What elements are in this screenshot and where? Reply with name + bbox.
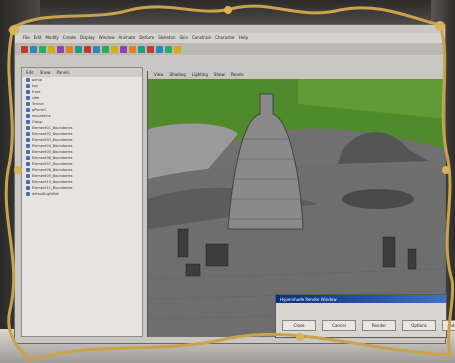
render-dialog: Hypershade Render Window Close Cancel Rend…	[275, 294, 455, 338]
outliner-row-label: Element07_Boundaries	[32, 162, 73, 166]
rotate-icon[interactable]	[30, 45, 37, 53]
select-icon[interactable]	[48, 45, 55, 53]
outliner-menu-panels[interactable]: Panels	[57, 68, 70, 77]
outliner-row-label: Element01_Boundaries	[32, 126, 73, 130]
outliner-row-label: Group	[32, 120, 43, 124]
outliner-row-label: mountains	[32, 114, 51, 118]
outliner-row-label: pPlane1	[32, 108, 47, 112]
node-icon	[26, 96, 30, 100]
cancel-button[interactable]: Cancel	[322, 320, 356, 331]
outliner-menu-show[interactable]: Show	[40, 68, 51, 77]
outliner-row-label: Element06_Boundaries	[32, 156, 73, 160]
outliner-row-label: Element10_Boundaries	[32, 180, 73, 184]
node-icon	[26, 192, 30, 196]
menu-help[interactable]: Help	[239, 33, 248, 43]
menu-file[interactable]: File	[23, 33, 30, 43]
node-icon	[26, 186, 30, 190]
snap-point-icon[interactable]	[84, 45, 91, 53]
channel-box-icon[interactable]	[147, 45, 154, 53]
outliner-menu-edit[interactable]: Edit	[26, 68, 34, 77]
dialog-button-row: Close Cancel Render Options Advanced	[282, 320, 455, 331]
dialog-title: Hypershade Render Window	[280, 296, 337, 302]
menu-edit[interactable]: Edit	[34, 33, 42, 43]
shelf-toolbar	[15, 43, 445, 55]
menu-skin[interactable]: Skin	[179, 33, 188, 43]
attribute-editor-icon[interactable]	[174, 45, 181, 53]
lasso-icon[interactable]	[57, 45, 64, 53]
graph-editor-icon[interactable]	[138, 45, 145, 53]
menu-create[interactable]: Create	[63, 33, 76, 43]
menu-animate[interactable]: Animate	[119, 33, 136, 43]
close-button[interactable]: Close	[282, 320, 316, 331]
outliner-row-label: top	[32, 84, 38, 88]
node-icon	[26, 144, 30, 148]
snap-grid-icon[interactable]	[66, 45, 73, 53]
outliner-icon[interactable]	[129, 45, 136, 53]
outliner-row-label: Element03_Boundaries	[32, 138, 73, 142]
node-icon	[26, 156, 30, 160]
move-icon[interactable]	[21, 45, 28, 53]
viewport-menu-panels[interactable]: Panels	[231, 71, 244, 79]
menu-window[interactable]: Window	[99, 33, 115, 43]
node-icon	[26, 132, 30, 136]
node-icon	[26, 126, 30, 130]
node-icon	[26, 168, 30, 172]
outliner-row-label: Element05_Boundaries	[32, 150, 73, 154]
outliner-menu: Edit Show Panels	[22, 68, 142, 77]
outliner-row-label: Element02_Boundaries	[32, 132, 73, 136]
outliner-panel: Edit Show Panels persp top front side Terrain p…	[21, 67, 143, 337]
menu-character[interactable]: Character	[215, 33, 235, 43]
menu-modify[interactable]: Modify	[45, 33, 58, 43]
node-icon	[26, 108, 30, 112]
node-icon	[26, 78, 30, 82]
scale-icon[interactable]	[39, 45, 46, 53]
node-icon	[26, 114, 30, 118]
options-button[interactable]: Options	[402, 320, 436, 331]
viewport-menu-lighting[interactable]: Lighting	[192, 71, 208, 79]
node-icon	[26, 174, 30, 178]
tool-settings-icon[interactable]	[165, 45, 172, 53]
hypershade-icon[interactable]	[120, 45, 127, 53]
node-icon	[26, 102, 30, 106]
outliner-row-label: persp	[32, 78, 42, 82]
outliner-row-label: side	[32, 96, 40, 100]
node-icon	[26, 90, 30, 94]
outliner-row-label: Element11_Boundaries	[32, 186, 73, 190]
advanced-button[interactable]: Advanced	[442, 320, 455, 331]
ipr-render-icon[interactable]	[102, 45, 109, 53]
node-icon	[26, 162, 30, 166]
viewport-menu-show[interactable]: Show	[214, 71, 225, 79]
outliner-tree: persp top front side Terrain pPlane1 mountains…	[22, 77, 142, 197]
outliner-row-label: defaultLightSet	[32, 192, 59, 196]
dialog-titlebar[interactable]: Hypershade Render Window	[276, 295, 446, 303]
viewport-menu-view[interactable]: View	[154, 71, 164, 79]
node-icon	[26, 150, 30, 154]
menu-skeleton[interactable]: Skeleton	[158, 33, 175, 43]
viewport-menu-shading[interactable]: Shading	[170, 71, 186, 79]
render-icon[interactable]	[93, 45, 100, 53]
outliner-row[interactable]: defaultLightSet	[22, 191, 142, 197]
platform	[342, 189, 414, 209]
node-icon	[26, 84, 30, 88]
main-menubar: File Edit Modify Create Display Window Animate…	[15, 33, 445, 43]
node-icon	[26, 120, 30, 124]
menu-display[interactable]: Display	[80, 33, 95, 43]
outliner-row-label: Terrain	[32, 102, 44, 106]
menu-constrain[interactable]: Constrain	[192, 33, 211, 43]
render-settings-icon[interactable]	[111, 45, 118, 53]
outliner-row-label: front	[32, 90, 41, 94]
node-icon	[26, 180, 30, 184]
node-icon	[26, 138, 30, 142]
outliner-row-label: Element04_Boundaries	[32, 144, 73, 148]
outliner-row-label: Element08_Boundaries	[32, 168, 73, 172]
snap-curve-icon[interactable]	[75, 45, 82, 53]
layer-editor-icon[interactable]	[156, 45, 163, 53]
render-button[interactable]: Render	[362, 320, 396, 331]
outliner-row-label: Element09_Boundaries	[32, 174, 73, 178]
viewport-menu: View Shading Lighting Show Panels	[148, 71, 445, 79]
menu-deform[interactable]: Deform	[139, 33, 154, 43]
